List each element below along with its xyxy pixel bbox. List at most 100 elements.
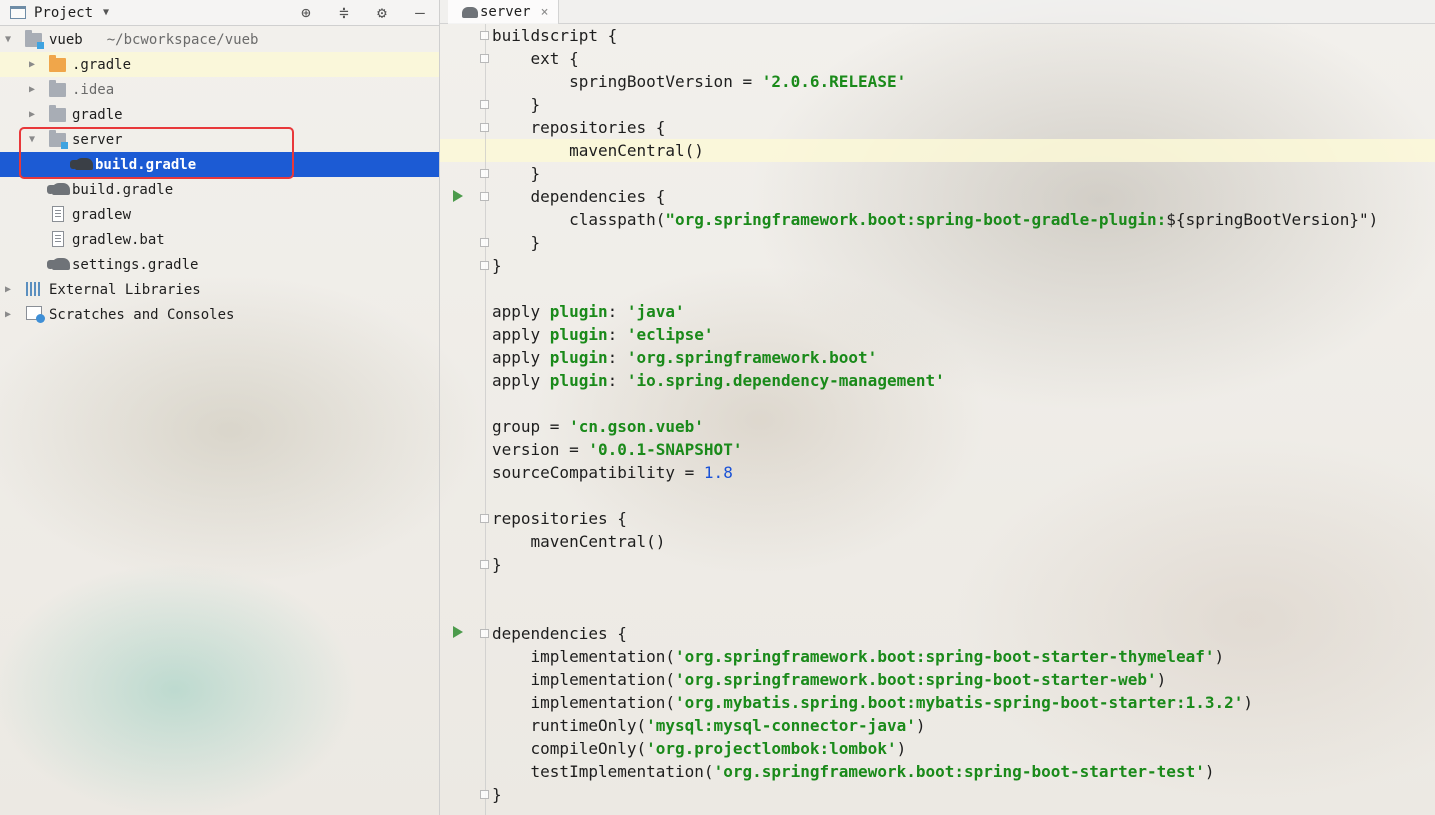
tree-item-settings-gradle[interactable]: settings.gradle <box>0 252 439 277</box>
code-line: apply plugin: 'eclipse' <box>492 323 1435 346</box>
collapsed-arrow-icon[interactable]: ▶ <box>2 284 14 295</box>
tree-item-label: .gradle <box>72 56 132 73</box>
expanded-arrow-icon[interactable]: ▼ <box>2 34 14 45</box>
code-token: ) <box>1214 647 1225 666</box>
tree-item-server-build-gradle[interactable]: build.gradle <box>0 152 439 177</box>
orange-folder-icon <box>49 54 66 72</box>
tree-item-gradlew-bat[interactable]: gradlew.bat <box>0 227 439 252</box>
project-panel-header: Project ▼ ⊕ ≑ ⚙ — <box>0 0 439 26</box>
collapsed-arrow-icon[interactable]: ▶ <box>26 84 38 95</box>
locate-file-icon[interactable]: ⊕ <box>287 3 325 22</box>
code-token: group = <box>492 417 570 436</box>
code-token: 'cn.gson.vueb' <box>569 417 704 436</box>
fold-marker-icon[interactable] <box>480 790 489 799</box>
code-line: repositories { <box>492 507 1435 530</box>
hide-panel-icon[interactable]: — <box>401 3 439 22</box>
scratches-icon <box>26 306 45 323</box>
code-token: implementation( <box>492 670 676 689</box>
tree-item-gradle[interactable]: ▶ gradle <box>0 102 439 127</box>
code-token: testImplementation( <box>492 762 714 781</box>
code-token: 'eclipse' <box>626 325 714 344</box>
run-gutter-icon[interactable] <box>453 626 463 638</box>
tree-item-external-libraries[interactable]: ▶ External Libraries <box>0 277 439 302</box>
tree-item-idea[interactable]: ▶ .idea <box>0 77 439 102</box>
code-line: repositories { <box>492 116 1435 139</box>
tree-item-label: gradlew <box>72 206 132 223</box>
tree-item-label: External Libraries <box>49 281 201 298</box>
chevron-down-icon[interactable]: ▼ <box>103 7 109 18</box>
collapsed-arrow-icon[interactable]: ▶ <box>26 59 38 70</box>
tree-item-label: settings.gradle <box>72 256 199 273</box>
gear-icon[interactable]: ⚙ <box>363 3 401 22</box>
code-token: 'java' <box>626 302 685 321</box>
code-token: 'io.spring.dependency-management' <box>626 371 945 390</box>
tree-item-label: gradle <box>72 106 123 123</box>
code-line: dependencies { <box>492 622 1435 645</box>
collapsed-arrow-icon[interactable]: ▶ <box>2 309 14 320</box>
code-token: runtimeOnly( <box>492 716 647 735</box>
code-token: ) <box>1156 670 1167 689</box>
tree-item-gradlew[interactable]: gradlew <box>0 202 439 227</box>
code-line: buildscript { <box>492 24 1435 47</box>
fold-marker-icon[interactable] <box>480 100 489 109</box>
fold-marker-icon[interactable] <box>480 514 489 523</box>
fold-marker-icon[interactable] <box>480 169 489 178</box>
run-gutter-icon[interactable] <box>453 190 463 202</box>
module-folder-icon <box>25 29 44 49</box>
fold-marker-icon[interactable] <box>480 629 489 638</box>
code-token: plugin <box>549 348 608 367</box>
code-token: } <box>492 555 502 574</box>
code-token: version = <box>492 440 589 459</box>
code-editor: server × buildscript { ext { springBootV… <box>440 0 1435 815</box>
code-line: } <box>492 553 1435 576</box>
code-token: 'mysql:mysql-connector-java' <box>646 716 916 735</box>
code-line: version = '0.0.1-SNAPSHOT' <box>492 438 1435 461</box>
fold-marker-icon[interactable] <box>480 192 489 201</box>
code-line: implementation('org.springframework.boot… <box>492 668 1435 691</box>
code-line: ext { <box>492 47 1435 70</box>
code-token: plugin <box>549 325 608 344</box>
code-token: compileOnly( <box>492 739 647 758</box>
close-icon[interactable]: × <box>541 5 549 20</box>
fold-marker-icon[interactable] <box>480 560 489 569</box>
tree-item-scratches[interactable]: ▶ Scratches and Consoles <box>0 302 439 327</box>
code-token: mavenCentral() <box>492 532 666 551</box>
tree-item-build-gradle[interactable]: build.gradle <box>0 177 439 202</box>
code-token: 'org.springframework.boot:spring-boot-st… <box>713 762 1205 781</box>
tree-item-dot-gradle[interactable]: ▶ .gradle <box>0 52 439 77</box>
code-area[interactable]: buildscript { ext { springBootVersion = … <box>492 24 1435 806</box>
fold-marker-icon[interactable] <box>480 54 489 63</box>
code-line: springBootVersion = '2.0.6.RELEASE' <box>492 70 1435 93</box>
tree-item-vueb[interactable]: ▼ vueb ~/bcworkspace/vueb <box>0 27 439 52</box>
expanded-arrow-icon[interactable]: ▼ <box>26 134 38 145</box>
code-line: apply plugin: 'org.springframework.boot' <box>492 346 1435 369</box>
gradle-icon <box>47 258 70 270</box>
fold-marker-icon[interactable] <box>480 261 489 270</box>
fold-marker-icon[interactable] <box>480 31 489 40</box>
gradle-icon <box>70 158 93 170</box>
code-token: '0.0.1-SNAPSHOT' <box>588 440 743 459</box>
folder-icon <box>49 79 66 97</box>
project-view-selector[interactable]: Project <box>34 5 93 21</box>
tab-server-build-gradle[interactable]: server × <box>448 0 560 24</box>
code-line: group = 'cn.gson.vueb' <box>492 415 1435 438</box>
fold-marker-icon[interactable] <box>480 238 489 247</box>
code-line: } <box>492 93 1435 116</box>
collapsed-arrow-icon[interactable]: ▶ <box>26 109 38 120</box>
code-token: } <box>492 256 502 275</box>
code-token: apply <box>492 348 550 367</box>
code-token: plugin <box>549 371 608 390</box>
code-token: buildscript { <box>492 26 618 45</box>
code-line: runtimeOnly('mysql:mysql-connector-java'… <box>492 714 1435 737</box>
project-tool-window: Project ▼ ⊕ ≑ ⚙ — ▼ vueb ~/bcworkspace/vu… <box>0 0 440 815</box>
tree-item-server[interactable]: ▼ server <box>0 127 439 152</box>
editor-gutter <box>440 24 489 815</box>
project-view-icon <box>10 6 26 19</box>
code-line: } <box>492 783 1435 806</box>
collapse-all-icon[interactable]: ≑ <box>325 3 363 22</box>
fold-marker-icon[interactable] <box>480 123 489 132</box>
panel-toolbar: ⊕ ≑ ⚙ — <box>287 3 439 22</box>
